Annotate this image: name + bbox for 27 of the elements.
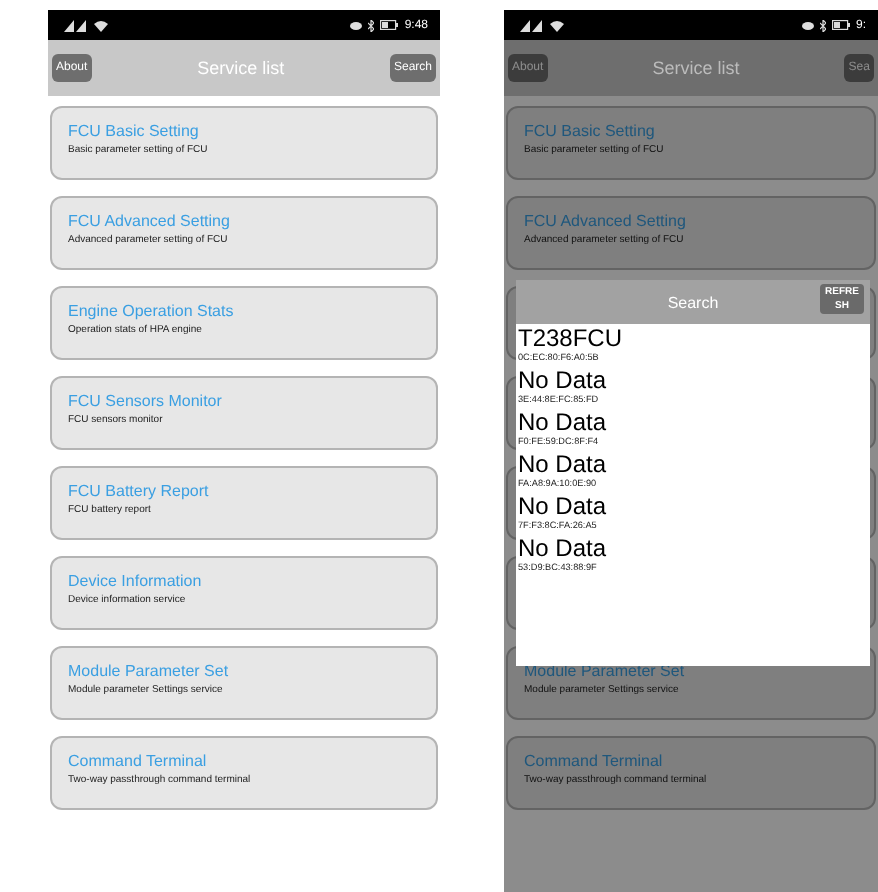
device-name[interactable]: No Data <box>518 366 870 394</box>
service-title: FCU Battery Report <box>68 482 211 500</box>
bluetooth-icon <box>368 19 375 31</box>
signal-icon <box>64 18 88 32</box>
service-title: FCU Advanced Setting <box>524 212 688 230</box>
device-name[interactable]: No Data <box>518 534 870 562</box>
service-title: Command Terminal <box>68 752 209 770</box>
bluetooth-icon <box>819 19 826 31</box>
battery-icon <box>831 20 850 30</box>
battery-icon <box>380 20 399 30</box>
service-title: FCU Advanced Setting <box>68 212 232 230</box>
wifi-icon <box>94 19 108 31</box>
signal-icon <box>520 18 544 32</box>
wifi-icon <box>550 19 564 31</box>
service-title: Device Information <box>68 572 204 590</box>
device-name[interactable]: No Data <box>518 492 870 520</box>
dialog-title: Search <box>667 293 719 311</box>
screen-title: Service list <box>652 58 740 78</box>
service-title: Engine Operation Stats <box>68 302 236 320</box>
service-title: Module Parameter Set <box>68 662 231 680</box>
service-title: Command Terminal <box>524 752 665 770</box>
service-title: FCU Basic Setting <box>524 122 657 140</box>
device-name[interactable]: No Data <box>518 450 870 478</box>
device-name[interactable]: No Data <box>518 408 870 436</box>
service-title: FCU Sensors Monitor <box>68 392 224 410</box>
device-name[interactable]: T238FCU <box>518 324 870 352</box>
service-title: FCU Basic Setting <box>68 122 201 140</box>
